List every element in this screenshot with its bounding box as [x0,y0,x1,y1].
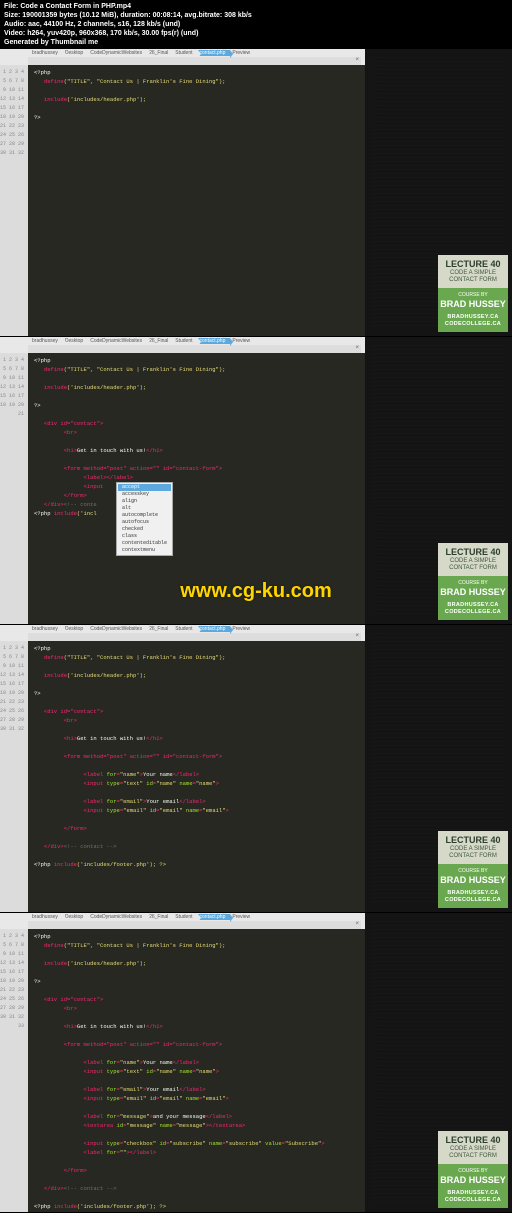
author-url: BRADHUSSEY.CA [440,1190,506,1197]
author-name: BRAD HUSSEY [440,299,506,311]
lecture-subtitle: CODE A SIMPLE CONTACT FORM [440,1146,506,1160]
editor-topbar: bradhussey Desktop CodeDynamicWebsites 2… [0,625,365,641]
thumbnail-frame-3: bradhussey Desktop CodeDynamicWebsites 2… [0,625,512,913]
code-editor[interactable]: 1 2 3 4 5 6 7 8 9 10 11 12 13 14 15 16 1… [0,929,365,1212]
autocomplete-popup[interactable]: accept accesskey align alt autocomplete … [116,482,173,556]
breadcrumb-item[interactable]: Desktop [63,626,88,632]
close-icon[interactable]: × [355,57,359,63]
line-gutter: 1 2 3 4 5 6 7 8 9 10 11 12 13 14 15 16 1… [0,929,28,1212]
autocomplete-item[interactable]: contextmenu [118,547,171,554]
breadcrumb-item[interactable]: Desktop [63,50,88,56]
editor-tabs[interactable]: × [28,345,361,353]
watermark: www.cg-ku.com [180,580,332,603]
breadcrumb-item[interactable]: Student [173,626,197,632]
autocomplete-item[interactable]: accesskey [118,491,171,498]
lecture-subtitle: CODE A SIMPLE CONTACT FORM [440,558,506,572]
breadcrumb-item[interactable]: 26_Final [147,50,173,56]
autocomplete-item[interactable]: autocomplete [118,512,171,519]
code-area[interactable]: <?php define("TITLE", "Contact Us | Fran… [28,65,365,336]
breadcrumb-item[interactable]: CodeDynamicWebsites [88,626,147,632]
breadcrumb-item[interactable]: Student [173,50,197,56]
breadcrumb-item-active[interactable]: contact.php [198,338,231,344]
lecture-number: LECTURE 40 [440,259,506,270]
author-url: CODECOLLEGE.CA [440,897,506,904]
editor-topbar: bradhussey Desktop CodeDynamicWebsites 2… [0,337,365,353]
meta-generator: Generated by Thumbnail me [4,38,508,47]
close-icon[interactable]: × [355,633,359,639]
thumbnail-frame-1: bradhussey Desktop CodeDynamicWebsites 2… [0,49,512,337]
breadcrumb-item-active[interactable]: contact.php [198,626,231,632]
autocomplete-item[interactable]: autofocus [118,519,171,526]
breadcrumb-item[interactable]: bradhussey [30,50,63,56]
course-badge: LECTURE 40 CODE A SIMPLE CONTACT FORM CO… [438,255,508,333]
video-metadata: File: Code a Contact Form in PHP.mp4 Siz… [0,0,512,49]
breadcrumb-item[interactable]: Desktop [63,338,88,344]
breadcrumb-item[interactable]: Preview [230,914,255,920]
editor-topbar: bradhussey Desktop CodeDynamicWebsites 2… [0,913,365,929]
line-gutter: 1 2 3 4 5 6 7 8 9 10 11 12 13 14 15 16 1… [0,641,28,912]
breadcrumb-item-active[interactable]: contact.php [198,50,231,56]
meta-video: Video: h264, yuv420p, 960x368, 170 kb/s,… [4,29,508,38]
lecture-subtitle: CODE A SIMPLE CONTACT FORM [440,846,506,860]
breadcrumb-item[interactable]: Student [173,914,197,920]
breadcrumb-item[interactable]: CodeDynamicWebsites [88,338,147,344]
code-editor[interactable]: 1 2 3 4 5 6 7 8 9 10 11 12 13 14 15 16 1… [0,641,365,912]
breadcrumb-item[interactable]: Preview [230,338,255,344]
code-area[interactable]: <?php define("TITLE", "Contact Us | Fran… [28,929,365,1212]
course-badge: LECTURE 40 CODE A SIMPLE CONTACT FORM CO… [438,1131,508,1209]
author-name: BRAD HUSSEY [440,1175,506,1187]
breadcrumb-item[interactable]: CodeDynamicWebsites [88,914,147,920]
author-url: BRADHUSSEY.CA [440,890,506,897]
thumbnail-frame-4: bradhussey Desktop CodeDynamicWebsites 2… [0,913,512,1213]
lecture-number: LECTURE 40 [440,547,506,558]
editor-tabs[interactable]: × [28,633,361,641]
breadcrumb-item[interactable]: CodeDynamicWebsites [88,50,147,56]
course-badge: LECTURE 40 CODE A SIMPLE CONTACT FORM CO… [438,831,508,909]
meta-audio: Audio: aac, 44100 Hz, 2 channels, s16, 1… [4,20,508,29]
breadcrumb-item-active[interactable]: contact.php [198,914,231,920]
breadcrumb-item[interactable]: Preview [230,626,255,632]
close-icon[interactable]: × [355,921,359,927]
breadcrumb-item[interactable]: Preview [230,50,255,56]
breadcrumb-item[interactable]: bradhussey [30,626,63,632]
breadcrumb[interactable]: bradhussey Desktop CodeDynamicWebsites 2… [28,49,365,57]
breadcrumb-item[interactable]: bradhussey [30,914,63,920]
meta-file: File: Code a Contact Form in PHP.mp4 [4,2,508,11]
line-gutter: 1 2 3 4 5 6 7 8 9 10 11 12 13 14 15 16 1… [0,353,28,624]
autocomplete-item[interactable]: contenteditable [118,540,171,547]
line-gutter: 1 2 3 4 5 6 7 8 9 10 11 12 13 14 15 16 1… [0,65,28,336]
course-badge: LECTURE 40 CODE A SIMPLE CONTACT FORM CO… [438,543,508,621]
code-editor[interactable]: 1 2 3 4 5 6 7 8 9 10 11 12 13 14 15 16 1… [0,65,365,336]
lecture-subtitle: CODE A SIMPLE CONTACT FORM [440,270,506,284]
autocomplete-item[interactable]: alt [118,505,171,512]
breadcrumb-item[interactable]: 26_Final [147,626,173,632]
lecture-number: LECTURE 40 [440,1135,506,1146]
breadcrumb-item[interactable]: 26_Final [147,338,173,344]
author-url: BRADHUSSEY.CA [440,602,506,609]
author-url: BRADHUSSEY.CA [440,314,506,321]
breadcrumb[interactable]: bradhussey Desktop CodeDynamicWebsites 2… [28,337,365,345]
autocomplete-item[interactable]: accept [118,484,171,491]
editor-tabs[interactable]: × [28,921,361,929]
author-name: BRAD HUSSEY [440,587,506,599]
breadcrumb-item[interactable]: 26_Final [147,914,173,920]
meta-size: Size: 190001359 bytes (10.12 MiB), durat… [4,11,508,20]
breadcrumb-item[interactable]: Desktop [63,914,88,920]
breadcrumb-item[interactable]: Student [173,338,197,344]
breadcrumb[interactable]: bradhussey Desktop CodeDynamicWebsites 2… [28,913,365,921]
breadcrumb-item[interactable]: bradhussey [30,338,63,344]
author-name: BRAD HUSSEY [440,875,506,887]
code-area[interactable]: <?php define("TITLE", "Contact Us | Fran… [28,641,365,912]
editor-topbar: bradhussey Desktop CodeDynamicWebsites 2… [0,49,365,65]
autocomplete-item[interactable]: align [118,498,171,505]
autocomplete-item[interactable]: class [118,533,171,540]
autocomplete-item[interactable]: checked [118,526,171,533]
author-url: CODECOLLEGE.CA [440,321,506,328]
editor-tabs[interactable]: × [28,57,361,65]
close-icon[interactable]: × [355,345,359,351]
author-url: CODECOLLEGE.CA [440,1197,506,1204]
breadcrumb[interactable]: bradhussey Desktop CodeDynamicWebsites 2… [28,625,365,633]
author-url: CODECOLLEGE.CA [440,609,506,616]
lecture-number: LECTURE 40 [440,835,506,846]
